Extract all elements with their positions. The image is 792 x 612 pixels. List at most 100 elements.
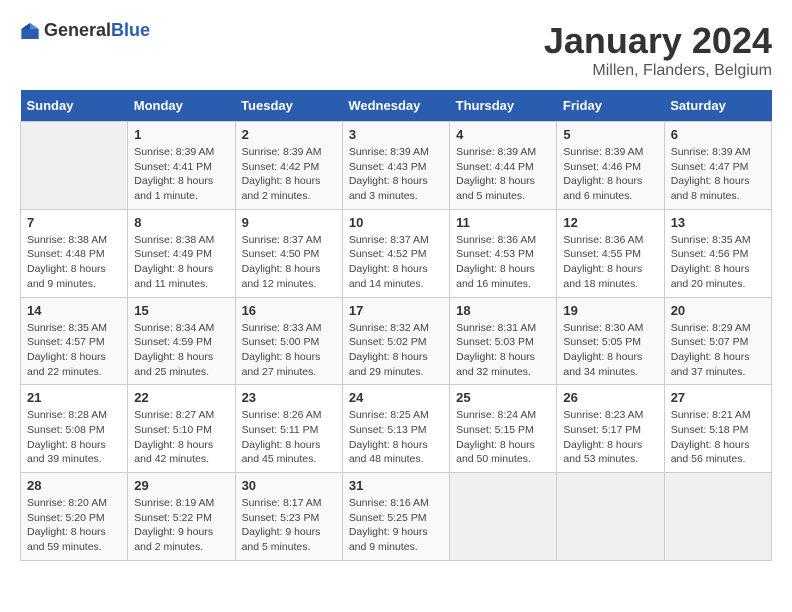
day-number: 14	[27, 303, 121, 318]
day-cell: 28Sunrise: 8:20 AMSunset: 5:20 PMDayligh…	[21, 473, 128, 561]
day-info: Sunrise: 8:38 AMSunset: 4:48 PMDaylight:…	[27, 233, 121, 292]
day-cell: 12Sunrise: 8:36 AMSunset: 4:55 PMDayligh…	[557, 209, 664, 297]
page-header: GeneralBlue January 2024 Millen, Flander…	[20, 20, 772, 80]
day-info: Sunrise: 8:17 AMSunset: 5:23 PMDaylight:…	[242, 496, 336, 555]
day-number: 24	[349, 390, 443, 405]
day-cell: 17 Sunrise: 8:32 AMSunset: 5:02 PMDayligh…	[342, 297, 449, 385]
day-cell: 20 Sunrise: 8:29 AMSunset: 5:07 PMDayligh…	[664, 297, 771, 385]
calendar-title: January 2024	[544, 20, 772, 62]
day-cell: 7 Sunrise: 8:38 AMSunset: 4:48 PMDaylight…	[21, 209, 128, 297]
day-number: 26	[563, 390, 657, 405]
day-number: 18	[456, 303, 550, 318]
day-number: 17	[349, 303, 443, 318]
week-row-4: 21Sunrise: 8:28 AMSunset: 5:08 PMDayligh…	[21, 385, 772, 473]
day-info: Sunrise: 8:24 AMSunset: 5:15 PMDaylight:…	[456, 408, 550, 467]
day-number: 25	[456, 390, 550, 405]
day-number: 21	[27, 390, 121, 405]
day-number: 3	[349, 127, 443, 142]
day-number: 6	[671, 127, 765, 142]
day-info: Sunrise: 8:39 AMSunset: 4:41 PMDaylight:…	[134, 145, 228, 204]
day-info: Sunrise: 8:27 AMSunset: 5:10 PMDaylight:…	[134, 408, 228, 467]
day-info: Sunrise: 8:21 AMSunset: 5:18 PMDaylight:…	[671, 408, 765, 467]
day-number: 16	[242, 303, 336, 318]
day-info: Sunrise: 8:32 AMSunset: 5:02 PMDaylight:…	[349, 321, 443, 380]
header-day-thursday: Thursday	[450, 90, 557, 122]
week-row-3: 14 Sunrise: 8:35 AMSunset: 4:57 PMDayligh…	[21, 297, 772, 385]
day-info: Sunrise: 8:29 AMSunset: 5:07 PMDaylight:…	[671, 321, 765, 380]
day-cell	[450, 473, 557, 561]
day-info: Sunrise: 8:25 AMSunset: 5:13 PMDaylight:…	[349, 408, 443, 467]
header-day-wednesday: Wednesday	[342, 90, 449, 122]
day-info: Sunrise: 8:30 AMSunset: 5:05 PMDaylight:…	[563, 321, 657, 380]
day-info: Sunrise: 8:26 AMSunset: 5:11 PMDaylight:…	[242, 408, 336, 467]
day-cell: 26 Sunrise: 8:23 AMSunset: 5:17 PMDayligh…	[557, 385, 664, 473]
day-number: 2	[242, 127, 336, 142]
day-number: 11	[456, 215, 550, 230]
day-info: Sunrise: 8:34 AMSunset: 4:59 PMDaylight:…	[134, 321, 228, 380]
day-cell: 11 Sunrise: 8:36 AMSunset: 4:53 PMDayligh…	[450, 209, 557, 297]
header-day-saturday: Saturday	[664, 90, 771, 122]
day-cell: 21Sunrise: 8:28 AMSunset: 5:08 PMDayligh…	[21, 385, 128, 473]
day-cell: 31 Sunrise: 8:16 AMSunset: 5:25 PMDayligh…	[342, 473, 449, 561]
day-number: 1	[134, 127, 228, 142]
day-info: Sunrise: 8:39 AMSunset: 4:46 PMDaylight:…	[563, 145, 657, 204]
day-cell	[557, 473, 664, 561]
header-row: SundayMondayTuesdayWednesdayThursdayFrid…	[21, 90, 772, 122]
logo-icon	[20, 21, 40, 41]
day-info: Sunrise: 8:39 AMSunset: 4:44 PMDaylight:…	[456, 145, 550, 204]
calendar-subtitle: Millen, Flanders, Belgium	[544, 62, 772, 80]
day-cell: 4 Sunrise: 8:39 AMSunset: 4:44 PMDaylight…	[450, 122, 557, 210]
header-day-sunday: Sunday	[21, 90, 128, 122]
day-number: 19	[563, 303, 657, 318]
day-cell: 6Sunrise: 8:39 AMSunset: 4:47 PMDaylight…	[664, 122, 771, 210]
day-cell: 25 Sunrise: 8:24 AMSunset: 5:15 PMDayligh…	[450, 385, 557, 473]
day-info: Sunrise: 8:35 AMSunset: 4:56 PMDaylight:…	[671, 233, 765, 292]
day-cell: 13Sunrise: 8:35 AMSunset: 4:56 PMDayligh…	[664, 209, 771, 297]
day-number: 9	[242, 215, 336, 230]
week-row-5: 28Sunrise: 8:20 AMSunset: 5:20 PMDayligh…	[21, 473, 772, 561]
header-day-tuesday: Tuesday	[235, 90, 342, 122]
day-number: 22	[134, 390, 228, 405]
day-cell	[664, 473, 771, 561]
day-cell: 16 Sunrise: 8:33 AMSunset: 5:00 PMDayligh…	[235, 297, 342, 385]
logo-text: GeneralBlue	[44, 20, 150, 41]
day-cell: 15 Sunrise: 8:34 AMSunset: 4:59 PMDayligh…	[128, 297, 235, 385]
day-cell: 8 Sunrise: 8:38 AMSunset: 4:49 PMDaylight…	[128, 209, 235, 297]
day-number: 31	[349, 478, 443, 493]
day-number: 15	[134, 303, 228, 318]
day-info: Sunrise: 8:31 AMSunset: 5:03 PMDaylight:…	[456, 321, 550, 380]
day-info: Sunrise: 8:19 AMSunset: 5:22 PMDaylight:…	[134, 496, 228, 555]
day-number: 29	[134, 478, 228, 493]
day-number: 23	[242, 390, 336, 405]
day-info: Sunrise: 8:36 AMSunset: 4:55 PMDaylight:…	[563, 233, 657, 292]
day-number: 8	[134, 215, 228, 230]
day-cell: 9 Sunrise: 8:37 AMSunset: 4:50 PMDaylight…	[235, 209, 342, 297]
header-day-monday: Monday	[128, 90, 235, 122]
logo: GeneralBlue	[20, 20, 150, 41]
day-info: Sunrise: 8:36 AMSunset: 4:53 PMDaylight:…	[456, 233, 550, 292]
day-info: Sunrise: 8:35 AMSunset: 4:57 PMDaylight:…	[27, 321, 121, 380]
week-row-1: 1 Sunrise: 8:39 AMSunset: 4:41 PMDaylight…	[21, 122, 772, 210]
day-info: Sunrise: 8:23 AMSunset: 5:17 PMDaylight:…	[563, 408, 657, 467]
day-info: Sunrise: 8:39 AMSunset: 4:43 PMDaylight:…	[349, 145, 443, 204]
day-cell: 3 Sunrise: 8:39 AMSunset: 4:43 PMDaylight…	[342, 122, 449, 210]
day-cell	[21, 122, 128, 210]
day-cell: 19 Sunrise: 8:30 AMSunset: 5:05 PMDayligh…	[557, 297, 664, 385]
header-day-friday: Friday	[557, 90, 664, 122]
title-section: January 2024 Millen, Flanders, Belgium	[544, 20, 772, 80]
day-cell: 5 Sunrise: 8:39 AMSunset: 4:46 PMDaylight…	[557, 122, 664, 210]
day-number: 28	[27, 478, 121, 493]
day-cell: 23 Sunrise: 8:26 AMSunset: 5:11 PMDayligh…	[235, 385, 342, 473]
day-info: Sunrise: 8:16 AMSunset: 5:25 PMDaylight:…	[349, 496, 443, 555]
day-number: 5	[563, 127, 657, 142]
day-number: 7	[27, 215, 121, 230]
day-info: Sunrise: 8:33 AMSunset: 5:00 PMDaylight:…	[242, 321, 336, 380]
day-cell: 1 Sunrise: 8:39 AMSunset: 4:41 PMDaylight…	[128, 122, 235, 210]
day-number: 10	[349, 215, 443, 230]
day-cell: 14 Sunrise: 8:35 AMSunset: 4:57 PMDayligh…	[21, 297, 128, 385]
day-info: Sunrise: 8:38 AMSunset: 4:49 PMDaylight:…	[134, 233, 228, 292]
day-number: 20	[671, 303, 765, 318]
day-cell: 2Sunrise: 8:39 AMSunset: 4:42 PMDaylight…	[235, 122, 342, 210]
day-number: 4	[456, 127, 550, 142]
day-info: Sunrise: 8:37 AMSunset: 4:50 PMDaylight:…	[242, 233, 336, 292]
